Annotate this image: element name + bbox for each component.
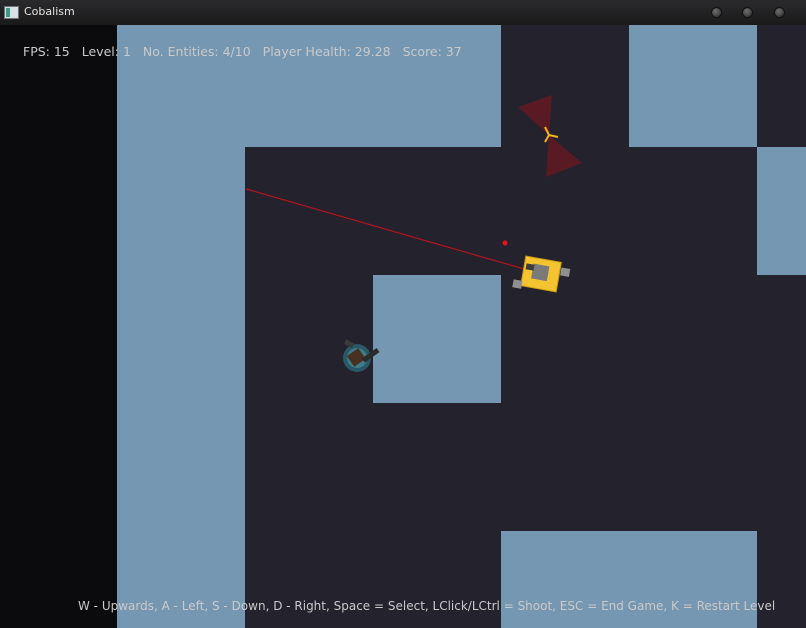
laser-sight xyxy=(245,188,525,270)
aim-target-dot xyxy=(502,240,508,246)
sensor-turret xyxy=(518,95,582,177)
minimize-button[interactable] xyxy=(711,7,722,18)
entities-layer xyxy=(245,95,582,372)
sensor-cone xyxy=(546,135,582,177)
window-title: Cobalism xyxy=(24,5,75,18)
health-readout: Player Health: 29.28 xyxy=(262,44,391,59)
game-viewport[interactable]: FPS: 15 Level: 1 No. Entities: 4/10 Player … xyxy=(0,25,806,628)
maximize-button[interactable] xyxy=(742,7,753,18)
title-bar[interactable]: Cobalism xyxy=(0,0,806,26)
level-readout: Level: 1 xyxy=(81,44,131,59)
enemy-unit xyxy=(343,339,380,372)
fps-readout: FPS: 15 xyxy=(23,44,70,59)
entities-readout: No. Entities: 4/10 xyxy=(142,44,251,59)
player-tank xyxy=(512,255,571,293)
game-window: Cobalism FPS: 15 Level: 1 No. Entities: … xyxy=(0,0,806,628)
app-icon xyxy=(4,6,19,19)
score-readout: Score: 37 xyxy=(402,44,462,59)
hud-stats: FPS: 15 Level: 1 No. Entities: 4/10 Player … xyxy=(23,44,474,59)
close-button[interactable] xyxy=(774,7,785,18)
controls-help: W - Upwards, A - Left, S - Down, D - Rig… xyxy=(78,599,776,613)
